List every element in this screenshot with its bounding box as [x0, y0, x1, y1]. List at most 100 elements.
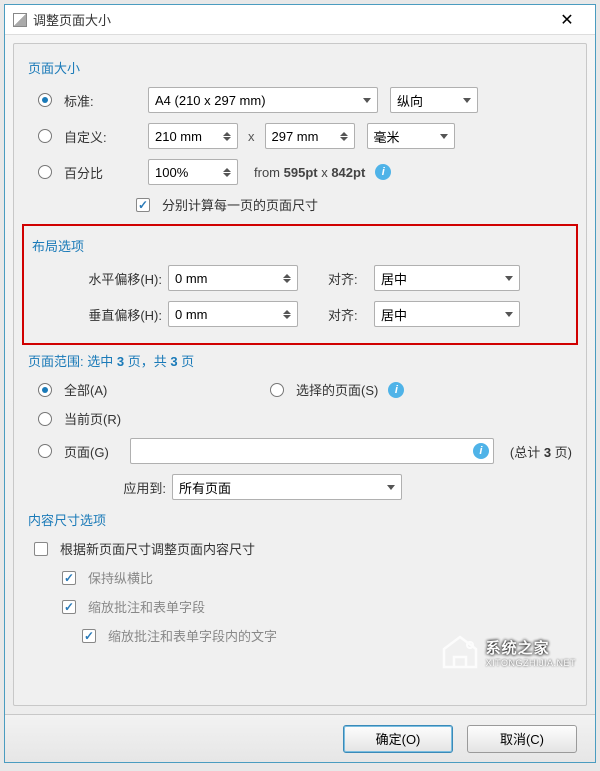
button-bar: 确定(O) 取消(C) — [5, 714, 595, 762]
times-symbol: x — [248, 129, 255, 144]
select-paper-size-value: A4 (210 x 297 mm) — [155, 93, 266, 108]
spinner-v-offset-value: 0 mm — [175, 307, 208, 322]
align-v-label: 对齐: — [328, 305, 368, 324]
radio-custom-label: 自定义: — [64, 127, 142, 146]
radio-all-label: 全部(A) — [64, 380, 224, 399]
caret-icon — [505, 312, 513, 317]
spinner-arrows-icon — [223, 168, 231, 177]
select-align-v-value: 居中 — [381, 305, 407, 324]
select-unit[interactable]: 毫米 — [367, 123, 455, 149]
spinner-percent-value: 100% — [155, 165, 188, 180]
h-offset-label: 水平偏移(H): — [32, 269, 162, 288]
radio-standard[interactable] — [38, 93, 52, 107]
section-page-size: 页面大小 — [28, 58, 572, 77]
checkbox-keep-ratio[interactable] — [62, 571, 76, 585]
checkbox-resize-content[interactable] — [34, 542, 48, 556]
select-paper-size[interactable]: A4 (210 x 297 mm) — [148, 87, 378, 113]
row-range-pages: 页面(G) i (总计 3 页) — [28, 438, 572, 464]
watermark-url: XITONGZHIJIA.NET — [486, 658, 576, 668]
cancel-button[interactable]: 取消(C) — [467, 725, 577, 753]
from-text: from 595pt x 842pt — [254, 165, 365, 180]
spinner-height[interactable]: 297 mm — [265, 123, 355, 149]
total-prefix: (总计 — [510, 445, 544, 460]
select-apply-to[interactable]: 所有页面 — [172, 474, 402, 500]
select-orientation[interactable]: 纵向 — [390, 87, 478, 113]
row-apply-to: 应用到: 所有页面 — [28, 474, 572, 500]
spinner-height-value: 297 mm — [272, 129, 319, 144]
from-x: x — [318, 165, 332, 180]
caret-icon — [387, 485, 395, 490]
select-align-h-value: 居中 — [381, 269, 407, 288]
checkbox-scale-text-label: 缩放批注和表单字段内的文字 — [108, 626, 277, 645]
spinner-v-offset[interactable]: 0 mm — [168, 301, 298, 327]
select-orientation-value: 纵向 — [397, 91, 423, 110]
input-pages[interactable]: i — [130, 438, 494, 464]
info-icon[interactable]: i — [473, 443, 489, 459]
spinner-percent[interactable]: 100% — [148, 159, 238, 185]
from-prefix: from — [254, 165, 284, 180]
spinner-width[interactable]: 210 mm — [148, 123, 238, 149]
content-area: 页面大小 标准: A4 (210 x 297 mm) 纵向 自定义: 210 m… — [5, 35, 595, 714]
row-standard: 标准: A4 (210 x 297 mm) 纵向 — [28, 87, 572, 113]
checkbox-calc-each-label: 分别计算每一页的页面尺寸 — [162, 195, 318, 214]
radio-all[interactable] — [38, 383, 52, 397]
radio-pages[interactable] — [38, 444, 52, 458]
cancel-button-label: 取消(C) — [500, 729, 544, 748]
radio-percent[interactable] — [38, 165, 52, 179]
radio-current[interactable] — [38, 412, 52, 426]
app-icon — [13, 13, 27, 27]
select-unit-value: 毫米 — [374, 127, 400, 146]
ok-button[interactable]: 确定(O) — [343, 725, 453, 753]
ok-button-label: 确定(O) — [376, 729, 421, 748]
row-keep-ratio: 保持纵横比 — [62, 568, 572, 587]
align-h-label: 对齐: — [328, 269, 368, 288]
spinner-width-value: 210 mm — [155, 129, 202, 144]
radio-pages-label: 页面(G) — [64, 442, 124, 461]
info-icon[interactable]: i — [388, 382, 404, 398]
range-suffix: 页 — [178, 354, 195, 369]
row-h-offset: 水平偏移(H): 0 mm 对齐: 居中 — [32, 265, 568, 291]
radio-current-label: 当前页(R) — [64, 409, 142, 428]
row-range-current: 当前页(R) — [28, 409, 572, 428]
caret-icon — [363, 98, 371, 103]
row-custom: 自定义: 210 mm x 297 mm 毫米 — [28, 123, 572, 149]
close-button[interactable]: ✕ — [547, 6, 587, 34]
radio-selected-label: 选择的页面(S) — [296, 380, 378, 399]
window-title: 调整页面大小 — [33, 10, 547, 29]
checkbox-keep-ratio-label: 保持纵横比 — [88, 568, 153, 587]
spinner-arrows-icon — [223, 132, 231, 141]
range-prefix: 页面范围: 选中 — [28, 354, 117, 369]
spinner-h-offset[interactable]: 0 mm — [168, 265, 298, 291]
row-resize-content: 根据新页面尺寸调整页面内容尺寸 — [34, 539, 572, 558]
checkbox-scale-text[interactable] — [82, 629, 96, 643]
radio-percent-label: 百分比 — [64, 163, 142, 182]
range-mid: 页，共 — [124, 354, 170, 369]
spinner-arrows-icon — [283, 274, 291, 283]
total-num: 3 — [544, 445, 551, 460]
spinner-arrows-icon — [283, 310, 291, 319]
section-layout: 布局选项 — [32, 236, 568, 255]
checkbox-calc-each[interactable] — [136, 198, 150, 212]
from-width: 595pt — [284, 165, 318, 180]
info-icon[interactable]: i — [375, 164, 391, 180]
caret-icon — [505, 276, 513, 281]
spinner-h-offset-value: 0 mm — [175, 271, 208, 286]
pages-total: (总计 3 页) — [510, 442, 572, 461]
layout-highlight-box: 布局选项 水平偏移(H): 0 mm 对齐: 居中 垂直偏移(H): — [22, 224, 578, 345]
radio-custom[interactable] — [38, 129, 52, 143]
select-align-h[interactable]: 居中 — [374, 265, 520, 291]
range-total: 3 — [170, 354, 177, 369]
spinner-arrows-icon — [340, 132, 348, 141]
checkbox-scale-annot[interactable] — [62, 600, 76, 614]
select-align-v[interactable]: 居中 — [374, 301, 520, 327]
row-percent: 百分比 100% from 595pt x 842pt i — [28, 159, 572, 185]
row-calc-each: 分别计算每一页的页面尺寸 — [136, 195, 572, 214]
radio-selected[interactable] — [270, 383, 284, 397]
select-apply-to-value: 所有页面 — [179, 478, 231, 497]
row-scale-text: 缩放批注和表单字段内的文字 — [82, 626, 572, 645]
dialog-window: 调整页面大小 ✕ 页面大小 标准: A4 (210 x 297 mm) 纵向 — [4, 4, 596, 763]
titlebar: 调整页面大小 ✕ — [5, 5, 595, 35]
section-page-range: 页面范围: 选中 3 页，共 3 页 — [28, 351, 572, 370]
total-suffix: 页) — [551, 445, 572, 460]
checkbox-resize-content-label: 根据新页面尺寸调整页面内容尺寸 — [60, 539, 255, 558]
